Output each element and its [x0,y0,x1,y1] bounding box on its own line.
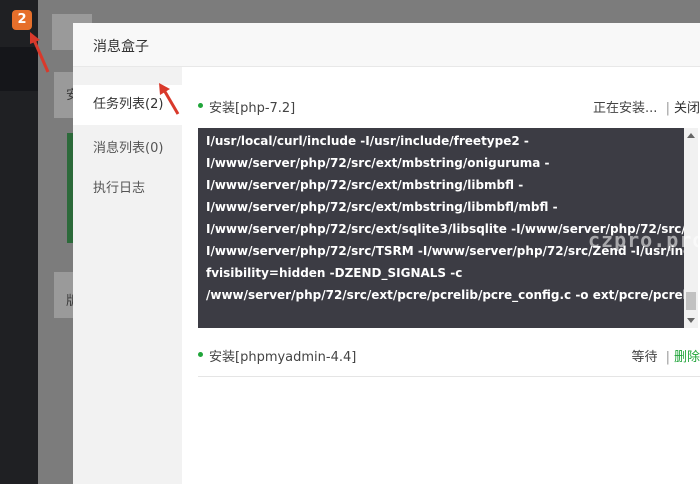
task-row: 安装[phpmyadmin-4.4] 等待 | 删除 [198,339,700,371]
log-line: I/www/server/php/72/src/ext/mbstring/lib… [206,178,524,192]
annotation-arrow-icon [159,83,180,115]
message-count-badge[interactable]: 2 [12,10,32,30]
log-line: fvisibility=hidden -DZEND_SIGNALS -c [206,266,463,280]
log-line: I/usr/local/curl/include -I/usr/include/… [206,134,529,148]
separator: | [665,101,670,116]
row-divider [198,376,700,377]
modal-nav: 任务列表(2) 消息列表(0) 执行日志 [73,67,182,484]
close-task-button[interactable]: 关闭 [674,101,700,116]
modal-header: 消息盒子 [73,23,700,67]
task-row: 安装[php-7.2] 正在安装... | 关闭 [198,90,700,122]
separator: | [665,350,670,365]
log-line: /www/server/php/72/src/ext/pcre/pcrelib/… [206,288,698,302]
delete-task-button[interactable]: 删除 [674,350,700,365]
scroll-down-icon[interactable] [687,318,695,323]
scroll-up-icon[interactable] [687,133,695,138]
task-list-panel: 安装[php-7.2] 正在安装... | 关闭 I/usr/local/curl… [182,67,700,484]
log-lines: I/usr/local/curl/include -I/usr/include/… [198,130,698,306]
task-status-dot [198,352,203,357]
task-controls: 等待 | 删除 [631,346,700,365]
task-name: 安装[phpmyadmin-4.4] [209,350,357,365]
scroll-thumb[interactable] [686,292,696,310]
task-status: 等待 [631,350,658,365]
watermark: czpro.pro [588,228,700,252]
modal-title: 消息盒子 [93,39,149,55]
annotation-arrow-icon [30,32,50,73]
task-name: 安装[php-7.2] [209,101,296,116]
task-controls: 正在安装... | 关闭 [593,97,700,116]
nav-item-exec-log[interactable]: 执行日志 [73,169,182,209]
nav-item-message-list[interactable]: 消息列表(0) [73,129,182,169]
task-status-dot [198,103,203,108]
log-line: I/www/server/php/72/src/ext/mbstring/oni… [206,156,550,170]
task-status: 正在安装... [593,101,658,116]
log-line: I/www/server/php/72/src/ext/mbstring/lib… [206,200,558,214]
